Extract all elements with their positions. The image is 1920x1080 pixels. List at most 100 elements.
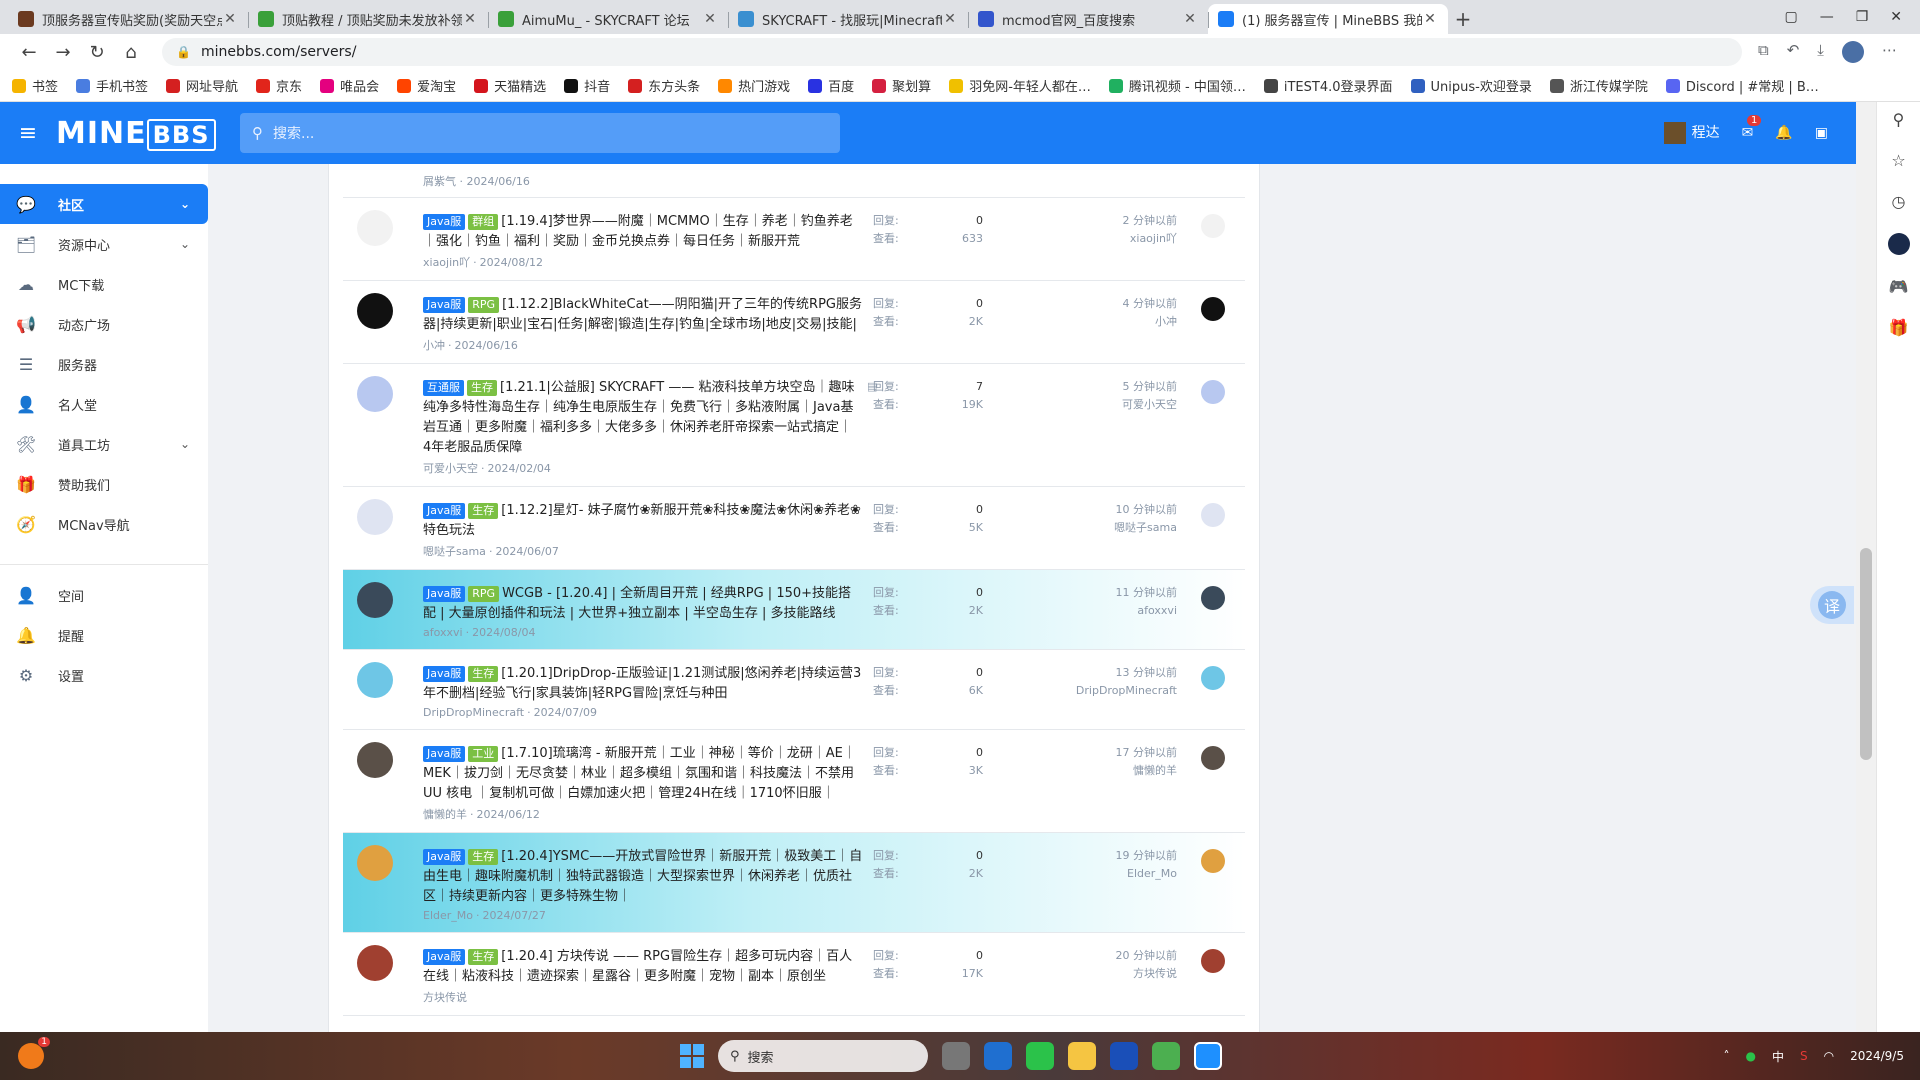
- bookmark-item[interactable]: iTEST4.0登录界面: [1263, 76, 1393, 95]
- latest-user[interactable]: 可爱小天空: [1122, 396, 1177, 414]
- browser-tab[interactable]: (1) 服务器宣传 | MineBBS 我的世… ✕: [1208, 4, 1448, 34]
- thread-author[interactable]: 慵懒的羊: [423, 808, 467, 821]
- gamepad-icon[interactable]: 🎮: [1889, 277, 1909, 296]
- author-avatar[interactable]: [357, 662, 393, 698]
- browser-app-icon[interactable]: [1194, 1042, 1222, 1070]
- bookmark-item[interactable]: 手机书签: [76, 76, 148, 95]
- nav-item[interactable]: 🧭 MCNav导航: [0, 504, 208, 544]
- latest-user[interactable]: 嗯哒子sama: [1114, 519, 1177, 537]
- latest-user-avatar[interactable]: [1201, 503, 1225, 527]
- thread-row[interactable]: Java服 RPG [1.12.2]BlackWhiteCat——阴阳猫|开了三年的…: [343, 281, 1245, 364]
- close-tab-icon[interactable]: ✕: [702, 11, 718, 27]
- bookmark-item[interactable]: 网址导航: [166, 76, 238, 95]
- history-clock-icon[interactable]: ◷: [1892, 192, 1906, 211]
- history-icon[interactable]: ↶: [1787, 41, 1800, 63]
- bookmark-item[interactable]: 唯品会: [320, 76, 379, 95]
- nav-item[interactable]: 👤 空间: [0, 575, 208, 615]
- thread-tag[interactable]: Java服: [423, 214, 466, 230]
- nav-item[interactable]: ☁ MC下载: [0, 264, 208, 304]
- latest-user[interactable]: 方块传说: [1116, 965, 1177, 983]
- thread-author[interactable]: xiaojin吖: [423, 256, 470, 269]
- thread-author[interactable]: 可爱小天空: [423, 462, 478, 475]
- latest-user-avatar[interactable]: [1201, 297, 1225, 321]
- latest-time[interactable]: 5 分钟以前: [1122, 378, 1178, 396]
- thread-tag[interactable]: Java服: [423, 503, 466, 519]
- thread-title[interactable]: Java服 生存 [1.20.1]DripDrop-正版验证|1.21测试服|悠闲养…: [423, 664, 863, 704]
- latest-user[interactable]: afoxxvi: [1116, 602, 1177, 620]
- latest-time[interactable]: 4 分钟以前: [1123, 295, 1178, 313]
- mail-icon[interactable]: ✉ 1: [1742, 115, 1762, 141]
- latest-time[interactable]: 19 分钟以前: [1116, 847, 1178, 865]
- thread-row[interactable]: Java服 群组 [1.19.4]梦世界——附魔｜MCMMO｜生存｜养老｜钓鱼养老｜…: [343, 198, 1245, 281]
- tab-search-icon[interactable]: ▢: [1784, 9, 1797, 25]
- file-explorer-icon[interactable]: [1068, 1042, 1096, 1070]
- latest-user-avatar[interactable]: [1201, 214, 1225, 238]
- thread-tag[interactable]: 互通服: [423, 380, 464, 396]
- ai-assistant-icon[interactable]: [1887, 233, 1910, 255]
- thread-title[interactable]: Java服 RPG WCGB - [1.20.4] | 全新周目开荒 | 经典RPG…: [423, 584, 863, 624]
- thread-title[interactable]: Java服 工业 [1.7.10]琉璃湾 - 新服开荒｜工业｜神秘｜等价｜龙研｜AE…: [423, 744, 863, 804]
- chevron-down-icon[interactable]: ⌄: [180, 237, 190, 251]
- thread-row[interactable]: Java服 RPG WCGB - [1.20.4] | 全新周目开荒 | 经典RPG…: [343, 570, 1245, 650]
- latest-time[interactable]: 20 分钟以前: [1116, 947, 1178, 965]
- close-tab-icon[interactable]: ✕: [1422, 11, 1438, 27]
- bookmark-item[interactable]: Discord | #常规 | B…: [1665, 76, 1819, 95]
- latest-time[interactable]: 2 分钟以前: [1123, 212, 1178, 230]
- thread-tag[interactable]: Java服: [423, 949, 466, 965]
- star-icon[interactable]: ☆: [1891, 151, 1905, 170]
- bookmark-item[interactable]: 热门游戏: [718, 76, 790, 95]
- browser-tab[interactable]: SKYCRAFT - 找服玩|Minecraft服… ✕: [728, 4, 968, 34]
- latest-user-avatar[interactable]: [1201, 849, 1225, 873]
- gift-icon[interactable]: 🎁: [1889, 318, 1909, 337]
- nav-item[interactable]: 🗂 资源中心 ⌄: [0, 224, 208, 264]
- thread-tag[interactable]: Java服: [423, 746, 466, 762]
- author-avatar[interactable]: [357, 742, 393, 778]
- author-avatar[interactable]: [357, 210, 393, 246]
- bookmark-item[interactable]: 腾讯视频 - 中国领…: [1108, 76, 1246, 95]
- bookmark-item[interactable]: 百度: [808, 76, 854, 95]
- thread-author[interactable]: DripDropMinecraft: [423, 706, 524, 719]
- thread-title[interactable]: Java服 RPG [1.12.2]BlackWhiteCat——阴阳猫|开了三年的…: [423, 295, 863, 335]
- bookmark-item[interactable]: 东方头条: [628, 76, 700, 95]
- chevron-up-icon[interactable]: ˄: [1723, 1049, 1729, 1063]
- clock[interactable]: 2024/9/5: [1850, 1049, 1904, 1063]
- author-avatar[interactable]: [357, 845, 393, 881]
- nav-item[interactable]: 👤 名人堂: [0, 384, 208, 424]
- thread-row[interactable]: 互通服 生存 [1.21.1|公益服] SKYCRAFT —— 粘液科技单方块空岛｜…: [343, 364, 1245, 487]
- reload-icon[interactable]: ↻: [80, 42, 114, 63]
- bookmark-item[interactable]: 聚划算: [872, 76, 931, 95]
- close-tab-icon[interactable]: ✕: [1182, 11, 1198, 27]
- bookmark-item[interactable]: 书签: [12, 76, 58, 95]
- latest-user[interactable]: Elder_Mo: [1116, 865, 1177, 883]
- nav-item[interactable]: 🎁 赞助我们: [0, 464, 208, 504]
- thread-title[interactable]: Java服 生存 [1.20.4]YSMC——开放式冒险世界｜新服开荒｜极致美工｜自…: [423, 847, 863, 907]
- user-menu[interactable]: 程达: [1663, 122, 1720, 144]
- latest-time[interactable]: 10 分钟以前: [1114, 501, 1178, 519]
- wechat-tray-icon[interactable]: ●: [1745, 1049, 1755, 1063]
- app-w-icon[interactable]: [984, 1042, 1012, 1070]
- latest-time[interactable]: 13 分钟以前: [1076, 664, 1178, 682]
- nav-item[interactable]: 💬 社区 ⌄: [0, 184, 208, 224]
- site-logo[interactable]: MINE BBS: [56, 116, 220, 151]
- hamburger-menu-icon[interactable]: ≡: [0, 121, 56, 146]
- thread-title[interactable]: Java服 群组 [1.19.4]梦世界——附魔｜MCMMO｜生存｜养老｜钓鱼养老｜…: [423, 212, 863, 252]
- bell-icon[interactable]: 🔔: [1775, 125, 1792, 141]
- thread-tag[interactable]: 生存: [467, 380, 497, 396]
- bookmark-item[interactable]: 羽免网-年轻人都在…: [949, 76, 1091, 95]
- thread-tag[interactable]: Java服: [423, 586, 466, 602]
- latest-user-avatar[interactable]: [1201, 666, 1225, 690]
- thread-title[interactable]: Java服 生存 [1.12.2]星灯- 妹子腐竹❀新服开荒❀科技❀魔法❀休闲❀养老…: [423, 501, 863, 541]
- minecraft-launcher-icon[interactable]: [1152, 1042, 1180, 1070]
- latest-user[interactable]: xiaojin吖: [1123, 230, 1177, 248]
- download-icon[interactable]: ⤓: [1817, 41, 1824, 63]
- thread-row[interactable]: Java服 工业 [1.7.10]琉璃湾 - 新服开荒｜工业｜神秘｜等价｜龙研｜AE…: [343, 730, 1245, 833]
- new-tab-button[interactable]: +: [1448, 4, 1478, 34]
- thread-row[interactable]: Java服 生存 [1.20.4]YSMC——开放式冒险世界｜新服开荒｜极致美工｜自…: [343, 833, 1245, 933]
- thread-author[interactable]: afoxxvi: [423, 626, 463, 639]
- author-avatar[interactable]: [357, 293, 393, 329]
- bookmark-item[interactable]: 爱淘宝: [397, 76, 456, 95]
- thread-author[interactable]: 方块传说: [423, 991, 467, 1004]
- scrollbar-thumb[interactable]: [1860, 548, 1872, 760]
- thread-tag[interactable]: RPG: [468, 297, 500, 313]
- chevron-down-icon[interactable]: ⌄: [180, 197, 190, 211]
